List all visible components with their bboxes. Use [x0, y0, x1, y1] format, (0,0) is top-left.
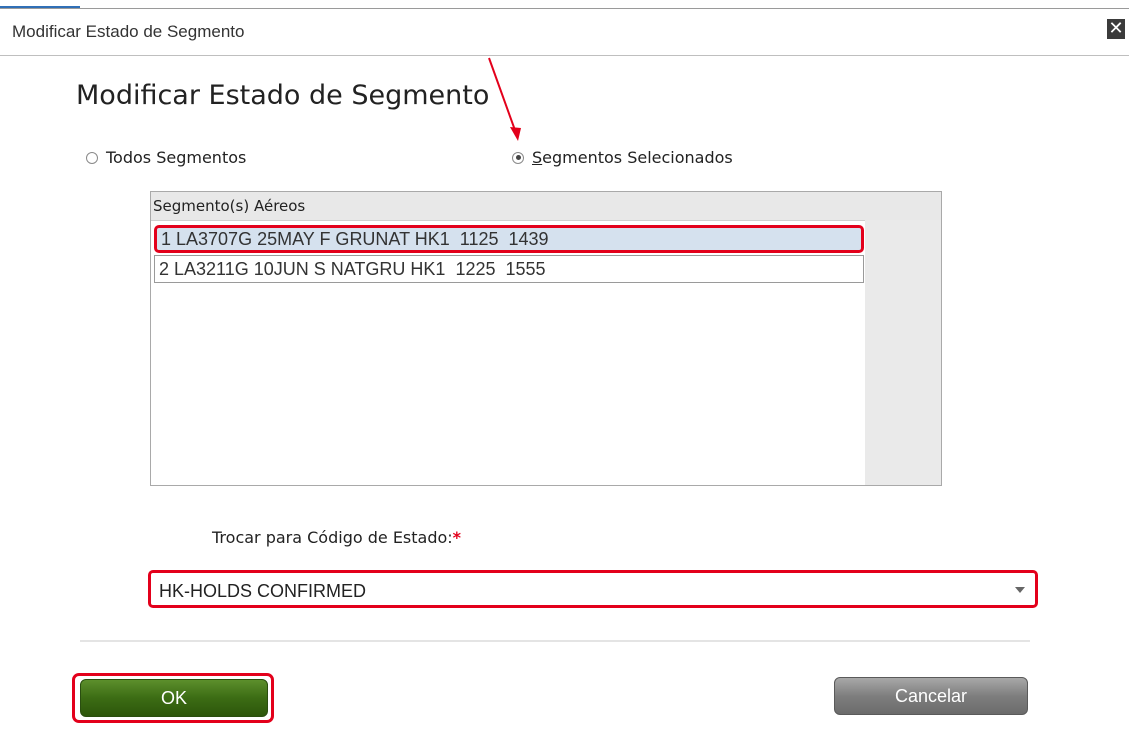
required-marker: *: [452, 528, 462, 547]
radio-selected-segments[interactable]: Segmentos Selecionados: [512, 148, 733, 167]
window-title: Modificar Estado de Segmento: [12, 22, 245, 41]
status-code-label: Trocar para Código de Estado:*: [212, 528, 461, 547]
cancel-button-label: Cancelar: [894, 686, 968, 706]
radio-selected-segments-button[interactable]: [512, 151, 524, 164]
segment-row-1[interactable]: 1 LA3707G 25MAY F GRUNAT HK1 1125 1439: [154, 225, 864, 253]
radio-selected-segments-label: Segmentos Selecionados: [532, 148, 733, 167]
radio-all-segments-label: Todos Segmentos: [106, 148, 247, 167]
annotation-arrow: [488, 57, 521, 141]
window-titlebar: Modificar Estado de Segmento ✕: [0, 9, 1129, 56]
segments-listbox[interactable]: Segmento(s) Aéreos 1 LA3707G 25MAY F GRU…: [150, 191, 942, 486]
listbox-scroll-area: [865, 220, 941, 485]
ok-button-label: OK: [160, 688, 187, 708]
dialog-heading: Modificar Estado de Segmento: [76, 80, 490, 111]
footer-divider: [80, 640, 1030, 642]
status-code-select[interactable]: HK-HOLDS CONFIRMED: [148, 570, 1038, 608]
radio-all-segments[interactable]: Todos Segmentos: [86, 148, 246, 167]
cancel-button[interactable]: Cancelar: [834, 677, 1028, 715]
close-icon[interactable]: ✕: [1107, 19, 1125, 39]
status-code-label-text: Trocar para Código de Estado:: [212, 528, 453, 547]
radio-all-segments-button[interactable]: [86, 151, 98, 164]
chevron-down-icon[interactable]: [1015, 587, 1025, 593]
ok-button[interactable]: OK: [80, 679, 268, 717]
segment-row-2[interactable]: 2 LA3211G 10JUN S NATGRU HK1 1225 1555: [154, 255, 864, 283]
status-code-value: HK-HOLDS CONFIRMED: [159, 581, 367, 601]
segments-list-header: Segmento(s) Aéreos: [151, 192, 941, 221]
